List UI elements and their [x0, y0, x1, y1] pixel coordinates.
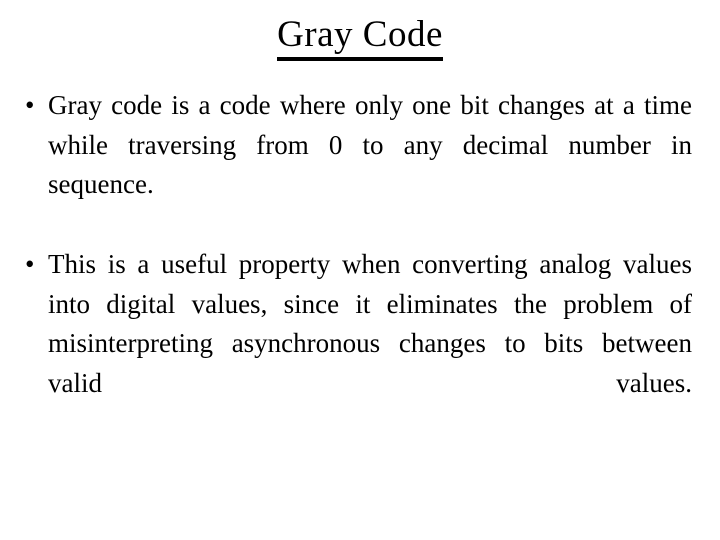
- list-item: • Gray code is a code where only one bit…: [14, 86, 692, 244]
- page-title-text: Gray Code: [277, 14, 443, 61]
- list-item-text: Gray code is a code where only one bit c…: [48, 90, 692, 199]
- list-item: • This is a useful property when convert…: [14, 245, 692, 443]
- bullet-icon: •: [25, 249, 35, 279]
- list-item-text: This is a useful property when convertin…: [48, 249, 692, 398]
- slide-body: • Gray code is a code where only one bit…: [14, 86, 692, 444]
- page-title: Gray Code: [0, 14, 720, 61]
- slide-canvas: Gray Code • Gray code is a code where on…: [0, 0, 720, 540]
- bullet-icon: •: [25, 90, 35, 120]
